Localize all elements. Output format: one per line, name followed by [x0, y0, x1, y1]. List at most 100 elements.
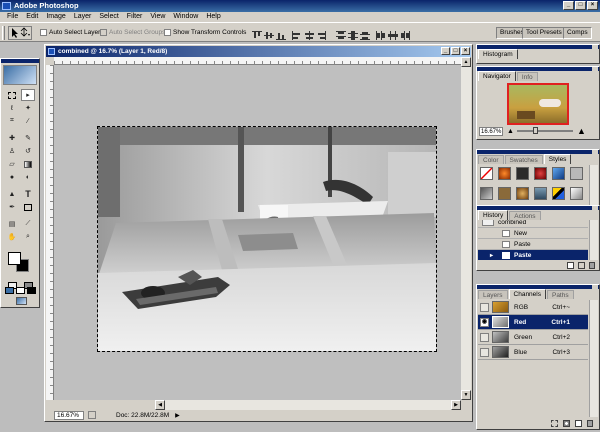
crop-tool-icon[interactable]: ⌗	[5, 115, 19, 127]
auto-select-groups-checkbox[interactable]	[100, 29, 107, 36]
lasso-tool-icon[interactable]: ℓ	[5, 102, 19, 114]
style-swatch-2[interactable]	[498, 167, 511, 180]
pen-tool-icon[interactable]: ✒	[5, 201, 19, 213]
align-vcenter-icon[interactable]	[264, 31, 274, 40]
channel-row-red[interactable]: ◉ Red Ctrl+1	[478, 315, 588, 330]
tab-info[interactable]: Info	[516, 72, 538, 81]
distribute-vcenter-icon[interactable]	[348, 31, 358, 40]
style-swatch-3[interactable]	[516, 167, 529, 180]
brush-tool-icon[interactable]: ✎	[21, 132, 35, 144]
style-swatch-7[interactable]	[480, 187, 493, 200]
eraser-tool-icon[interactable]: ▱	[5, 158, 19, 170]
menu-window[interactable]: Window	[169, 12, 202, 22]
histogram-palette-grip[interactable]	[477, 45, 599, 49]
show-transform-controls-checkbox[interactable]	[164, 29, 171, 36]
vertical-scrollbar[interactable]: ▲ ▼	[461, 57, 471, 400]
trash-icon[interactable]	[589, 261, 595, 269]
channel-row-rgb[interactable]: RGB Ctrl+~	[478, 300, 588, 315]
new-snapshot-icon[interactable]	[578, 261, 585, 269]
zoom-out-icon[interactable]: ▲	[507, 128, 514, 135]
new-document-from-state-icon[interactable]	[567, 261, 574, 269]
jump-to-imageready-icon[interactable]	[14, 295, 28, 307]
healing-brush-tool-icon[interactable]: ✚	[5, 132, 19, 144]
menu-view[interactable]: View	[146, 12, 169, 22]
menu-file[interactable]: File	[3, 12, 22, 22]
align-hcenter-icon[interactable]	[304, 31, 314, 40]
minimize-button[interactable]: _	[563, 1, 574, 10]
horizontal-scrollbar[interactable]: ◀ ▶	[155, 400, 461, 410]
history-brush-tool-icon[interactable]: ↺	[21, 145, 35, 157]
align-bottom-icon[interactable]	[276, 31, 286, 40]
align-right-icon[interactable]	[316, 31, 326, 40]
doc-maximize-button[interactable]: □	[451, 47, 460, 55]
load-channel-as-selection-icon[interactable]	[551, 419, 558, 427]
eye-icon[interactable]: ◉	[480, 317, 489, 327]
auto-select-layer-checkbox[interactable]	[40, 29, 47, 36]
style-swatch-11[interactable]	[552, 187, 565, 200]
trash-icon[interactable]	[587, 419, 593, 427]
save-selection-as-channel-icon[interactable]	[563, 419, 570, 427]
well-tab-comps[interactable]: Comps	[563, 27, 592, 39]
distribute-right-icon[interactable]	[400, 31, 410, 40]
close-button[interactable]: ×	[587, 1, 598, 10]
style-swatch-10[interactable]	[534, 187, 547, 200]
dodge-tool-icon[interactable]: ◐	[21, 171, 35, 183]
menu-select[interactable]: Select	[95, 12, 122, 22]
history-palette-grip[interactable]	[477, 206, 599, 210]
history-item[interactable]: New	[478, 228, 588, 239]
gradient-tool-icon[interactable]	[21, 158, 35, 170]
slice-tool-icon[interactable]: ∕	[21, 115, 35, 127]
clone-stamp-tool-icon[interactable]: ♙	[5, 145, 19, 157]
move-tool-icon[interactable]: ▸	[21, 89, 35, 101]
tab-navigator[interactable]: Navigator	[478, 71, 516, 81]
menu-filter[interactable]: Filter	[123, 12, 147, 22]
scroll-right-button[interactable]: ▶	[451, 400, 461, 410]
canvas-area[interactable]	[54, 65, 461, 400]
navigator-zoom-slider[interactable]	[517, 127, 573, 134]
tab-swatches[interactable]: Swatches	[504, 155, 543, 164]
history-item[interactable]: combined	[478, 220, 588, 228]
style-swatch-8[interactable]	[498, 187, 511, 200]
zoom-tool-icon[interactable]: ⌕	[21, 231, 35, 243]
path-selection-tool-icon[interactable]: ▲	[5, 188, 19, 200]
magic-wand-tool-icon[interactable]: ✦	[21, 102, 35, 114]
zoom-slider-thumb[interactable]	[533, 127, 538, 134]
scroll-left-button[interactable]: ◀	[155, 400, 165, 410]
status-menu-icon[interactable]	[88, 411, 96, 419]
well-tab-tool-presets[interactable]: Tool Presets	[522, 27, 566, 39]
tab-histogram[interactable]: Histogram	[478, 49, 518, 59]
zoom-in-icon[interactable]: ▲	[577, 126, 586, 136]
navigator-preview[interactable]	[507, 83, 569, 125]
document-title-bar[interactable]: combined @ 16.7% (Layer 1, Red/8) _ □ ×	[46, 46, 471, 57]
distribute-top-icon[interactable]	[336, 31, 346, 40]
new-channel-icon[interactable]	[575, 419, 582, 427]
style-swatch-6[interactable]	[570, 167, 583, 180]
channels-scrollbar[interactable]	[589, 300, 598, 417]
shape-tool-icon[interactable]	[21, 201, 35, 213]
blur-tool-icon[interactable]: ●	[5, 171, 19, 183]
history-item-selected[interactable]: ▸ Paste	[478, 250, 588, 260]
hand-tool-icon[interactable]: ✋	[5, 231, 19, 243]
menu-help[interactable]: Help	[202, 12, 224, 22]
tab-layers[interactable]: Layers	[478, 290, 508, 299]
align-top-icon[interactable]	[252, 31, 262, 40]
channel-row-blue[interactable]: Blue Ctrl+3	[478, 345, 588, 360]
tab-channels[interactable]: Channels	[508, 289, 546, 299]
visibility-toggle[interactable]	[480, 302, 489, 312]
tab-styles[interactable]: Styles	[543, 154, 572, 164]
photoshop-logo-icon[interactable]	[3, 65, 37, 85]
status-arrow-icon[interactable]: ▶	[175, 412, 180, 419]
styles-palette-grip[interactable]	[477, 150, 599, 154]
vertical-ruler[interactable]	[46, 65, 54, 400]
tab-paths[interactable]: Paths	[546, 290, 574, 299]
menu-layer[interactable]: Layer	[70, 12, 96, 22]
style-swatch-5[interactable]	[552, 167, 565, 180]
scroll-down-button[interactable]: ▼	[461, 390, 471, 400]
styles-scrollbar[interactable]	[589, 165, 598, 205]
style-swatch-4[interactable]	[534, 167, 547, 180]
style-none[interactable]	[480, 167, 493, 180]
foreground-color-swatch[interactable]	[8, 252, 21, 265]
align-left-icon[interactable]	[292, 31, 302, 40]
style-swatch-9[interactable]	[516, 187, 529, 200]
standard-screen-mode-icon[interactable]	[4, 284, 14, 296]
